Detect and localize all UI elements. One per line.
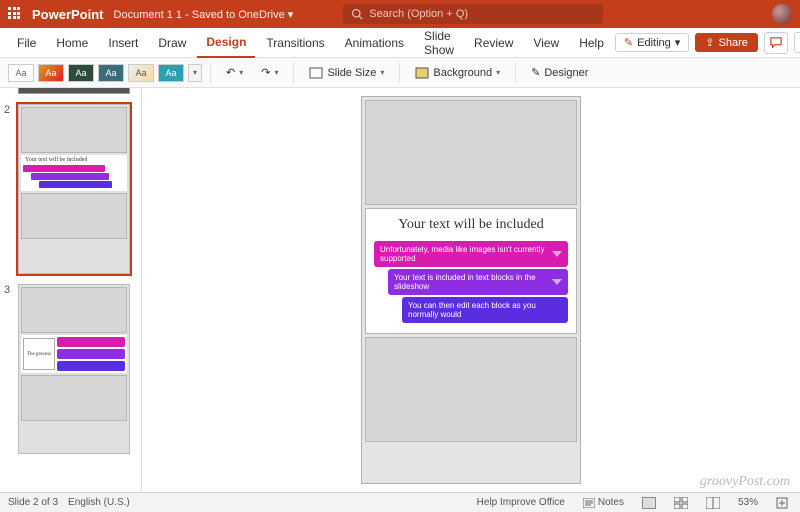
slide-content-block[interactable]: Your text will be included Unfortunately… <box>365 208 577 334</box>
redo-button[interactable]: ↷▾ <box>254 63 285 82</box>
language-button[interactable]: English (U.S.) <box>68 497 130 508</box>
user-avatar[interactable] <box>772 4 792 24</box>
search-placeholder: Search (Option + Q) <box>369 8 468 20</box>
undo-icon: ↶ <box>226 66 235 79</box>
theme-thumbnail[interactable]: Aa <box>38 64 64 82</box>
tab-insert[interactable]: Insert <box>99 28 147 58</box>
tab-draw[interactable]: Draw <box>149 28 195 58</box>
thumb-title: Your text will be included <box>23 157 125 163</box>
thumb-number: 3 <box>4 284 14 454</box>
slide-counter[interactable]: Slide 2 of 3 <box>8 497 58 508</box>
themes-more-button[interactable]: ▾ <box>188 64 202 82</box>
background-button[interactable]: Background ▾ <box>408 64 507 82</box>
theme-thumbnail[interactable]: Aa <box>8 64 34 82</box>
fit-to-window-button[interactable] <box>772 497 792 509</box>
designer-icon: ✎ <box>531 66 540 79</box>
reading-view-button[interactable] <box>702 497 724 509</box>
pencil-icon: ✎ <box>624 36 633 49</box>
slide-thumbnail-2[interactable]: Your text will be included <box>18 104 130 274</box>
undo-button[interactable]: ↶▾ <box>219 63 250 82</box>
sorter-view-button[interactable] <box>670 497 692 509</box>
slide-size-label: Slide Size <box>327 67 376 79</box>
notes-button[interactable]: Notes <box>579 497 628 508</box>
fit-icon <box>776 497 788 509</box>
slide-placeholder-bottom[interactable] <box>365 337 577 442</box>
document-name[interactable]: Document 1 1 - Saved to OneDrive ▾ <box>114 8 294 21</box>
search-icon <box>351 8 363 20</box>
tab-help[interactable]: Help <box>570 28 613 58</box>
share-icon: ⇪ <box>705 36 714 49</box>
slide-size-icon <box>309 67 323 79</box>
editing-label: Editing <box>637 37 671 49</box>
tab-animations[interactable]: Animations <box>336 28 413 58</box>
designer-button[interactable]: ✎ Designer <box>524 63 595 82</box>
comments-button[interactable] <box>764 32 788 54</box>
present-button[interactable]: ▸ Present ▾ <box>794 32 800 53</box>
tab-home[interactable]: Home <box>47 28 97 58</box>
background-label: Background <box>433 67 492 79</box>
theme-thumbnail[interactable]: Aa <box>68 64 94 82</box>
theme-thumbnail[interactable]: Aa <box>128 64 154 82</box>
arrow-down-icon <box>552 251 562 257</box>
sorter-view-icon <box>674 497 688 509</box>
theme-thumbnail[interactable]: Aa <box>98 64 124 82</box>
tab-transitions[interactable]: Transitions <box>257 28 333 58</box>
tab-file[interactable]: File <box>8 28 45 58</box>
slide-size-button[interactable]: Slide Size ▾ <box>302 64 391 82</box>
slide-title[interactable]: Your text will be included <box>374 217 568 233</box>
thumb-number: 2 <box>4 104 14 274</box>
designer-label: Designer <box>544 67 588 79</box>
help-improve-link[interactable]: Help Improve Office <box>473 497 569 508</box>
share-label: Share <box>719 37 748 49</box>
arrow-down-icon <box>552 279 562 285</box>
menu-bar: File Home Insert Draw Design Transitions… <box>0 28 800 58</box>
tab-slideshow[interactable]: Slide Show <box>415 28 463 58</box>
redo-icon: ↷ <box>261 66 270 79</box>
app-name: PowerPoint <box>32 7 104 22</box>
comment-icon <box>769 37 783 49</box>
app-launcher-icon[interactable] <box>8 7 22 21</box>
chevron-down-icon: ▾ <box>675 36 681 49</box>
background-icon <box>415 67 429 79</box>
theme-thumbnail[interactable]: Aa <box>158 64 184 82</box>
slide-placeholder-top[interactable] <box>365 100 577 205</box>
normal-view-button[interactable] <box>638 497 660 509</box>
zoom-level[interactable]: 53% <box>734 497 762 508</box>
main-area: 2 Your text will be included 3 The proce… <box>0 88 800 492</box>
normal-view-icon <box>642 497 656 509</box>
slide-bullet-3[interactable]: You can then edit each block as you norm… <box>402 297 568 323</box>
slide-thumbnail-3[interactable]: The process <box>18 284 130 454</box>
tab-review[interactable]: Review <box>465 28 522 58</box>
title-bar: PowerPoint Document 1 1 - Saved to OneDr… <box>0 0 800 28</box>
tab-view[interactable]: View <box>524 28 568 58</box>
search-input[interactable]: Search (Option + Q) <box>343 4 603 24</box>
status-bar: Slide 2 of 3 English (U.S.) Help Improve… <box>0 492 800 512</box>
slide-thumbnails-panel: 2 Your text will be included 3 The proce… <box>0 88 142 492</box>
share-button[interactable]: ⇪ Share <box>695 33 758 52</box>
tab-design[interactable]: Design <box>197 28 255 58</box>
slide-canvas[interactable]: Your text will be included Unfortunately… <box>142 88 800 492</box>
slide-bullet-2[interactable]: Your text is included in text blocks in … <box>388 269 568 295</box>
slide-bullet-1[interactable]: Unfortunately, media like images isn't c… <box>374 241 568 267</box>
notes-icon <box>583 498 595 508</box>
current-slide[interactable]: Your text will be included Unfortunately… <box>361 96 581 484</box>
reading-view-icon <box>706 497 720 509</box>
editing-mode-button[interactable]: ✎ Editing ▾ <box>615 33 689 52</box>
thumb3-box-label: The process <box>23 338 55 370</box>
design-ribbon: Aa Aa Aa Aa Aa Aa ▾ ↶▾ ↷▾ Slide Size ▾ B… <box>0 58 800 88</box>
